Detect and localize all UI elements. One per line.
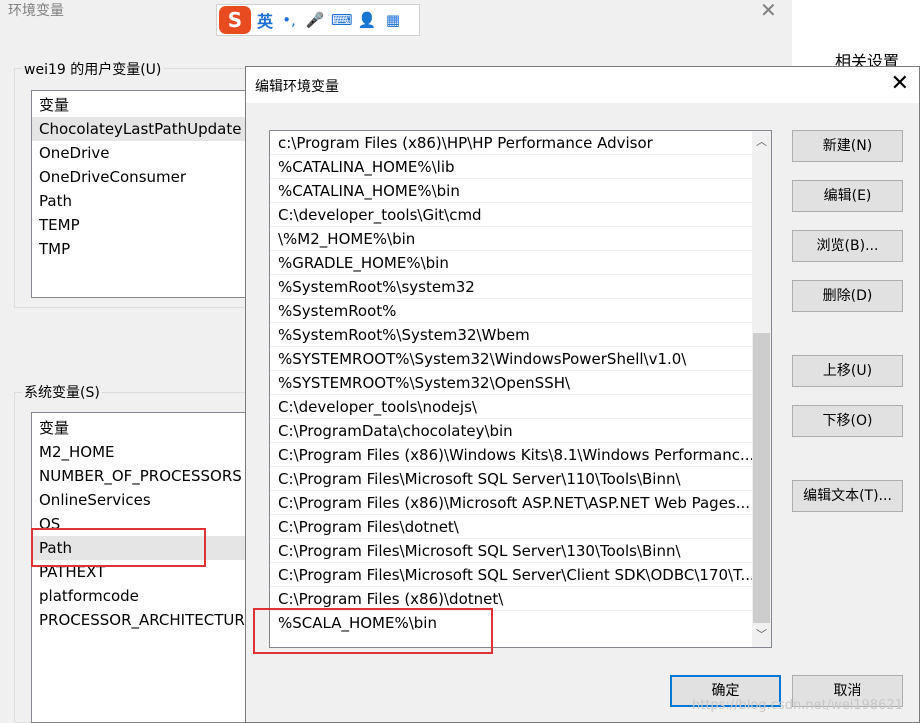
user-vars-list[interactable]: 变量 ChocolateyLastPathUpdate OneDrive One…: [31, 90, 251, 298]
list-item[interactable]: Path: [32, 189, 250, 213]
list-item[interactable]: ChocolateyLastPathUpdate: [32, 117, 250, 141]
list-item[interactable]: \%M2_HOME%\bin: [270, 227, 752, 251]
system-vars-label: 系统变量(S): [22, 382, 102, 402]
list-item[interactable]: %SYSTEMROOT%\System32\WindowsPowerShell\…: [270, 347, 752, 371]
move-up-button[interactable]: 上移(U): [792, 355, 903, 387]
list-item[interactable]: C:\ProgramData\chocolatey\bin: [270, 419, 752, 443]
ime-language-toggle[interactable]: 英: [257, 8, 273, 32]
browse-button[interactable]: 浏览(B)...: [792, 230, 903, 262]
list-item[interactable]: %GRADLE_HOME%\bin: [270, 251, 752, 275]
scroll-up-icon[interactable]: ︿: [752, 133, 771, 150]
list-item[interactable]: %SystemRoot%\system32: [270, 275, 752, 299]
close-icon[interactable]: ✕: [891, 71, 909, 96]
vertical-scrollbar[interactable]: ︿ ﹀: [752, 131, 771, 647]
list-item[interactable]: C:\Program Files\Microsoft SQL Server\13…: [270, 539, 752, 563]
list-item[interactable]: PATHEXT: [32, 560, 250, 584]
list-item[interactable]: OnlineServices: [32, 488, 250, 512]
scroll-down-icon[interactable]: ﹀: [752, 626, 771, 643]
list-header-variable[interactable]: 变量: [32, 93, 250, 117]
user-vars-label: wei19 的用户变量(U): [22, 59, 164, 79]
ime-toolbar: S 英 •, 🎤 ⌨ 👤 ▦: [216, 4, 420, 36]
user-icon[interactable]: 👤: [357, 11, 377, 29]
path-entries-list[interactable]: c:\Program Files (x86)\HP\HP Performance…: [269, 130, 772, 648]
punctuation-icon[interactable]: •,: [279, 11, 299, 29]
list-item[interactable]: %SCALA_HOME%\bin: [270, 611, 752, 635]
dialog-title: 编辑环境变量: [255, 79, 339, 95]
list-item[interactable]: OneDrive: [32, 141, 250, 165]
list-item[interactable]: C:\Program Files\dotnet\: [270, 515, 752, 539]
edit-environment-variable-dialog: 编辑环境变量 ✕ c:\Program Files (x86)\HP\HP Pe…: [245, 66, 920, 723]
list-item[interactable]: platformcode: [32, 584, 250, 608]
list-item[interactable]: C:\developer_tools\Git\cmd: [270, 203, 752, 227]
list-item[interactable]: TEMP: [32, 213, 250, 237]
ime-logo-icon[interactable]: S: [219, 6, 251, 34]
microphone-icon[interactable]: 🎤: [305, 11, 325, 29]
list-header-variable[interactable]: 变量: [32, 416, 250, 440]
new-button[interactable]: 新建(N): [792, 130, 903, 162]
list-item[interactable]: C:\Program Files (x86)\dotnet\: [270, 587, 752, 611]
close-icon[interactable]: ✕: [760, 0, 777, 22]
edit-text-button[interactable]: 编辑文本(T)...: [792, 480, 903, 512]
list-item[interactable]: Path: [32, 536, 250, 560]
list-item[interactable]: %SystemRoot%\System32\Wbem: [270, 323, 752, 347]
list-item[interactable]: %CATALINA_HOME%\lib: [270, 155, 752, 179]
dialog-titlebar[interactable]: 编辑环境变量 ✕: [246, 67, 919, 103]
scrollbar-thumb[interactable]: [753, 333, 770, 623]
move-down-button[interactable]: 下移(O): [792, 405, 903, 437]
delete-button[interactable]: 删除(D): [792, 280, 903, 312]
list-item[interactable]: c:\Program Files (x86)\HP\HP Performance…: [270, 131, 752, 155]
list-item[interactable]: NUMBER_OF_PROCESSORS: [32, 464, 250, 488]
watermark: https://blog.csdn.net/wei198621: [692, 698, 903, 713]
system-vars-list[interactable]: 变量 M2_HOME NUMBER_OF_PROCESSORS OnlineSe…: [31, 412, 251, 723]
list-item[interactable]: C:\Program Files\Microsoft SQL Server\Cl…: [270, 563, 752, 587]
list-item[interactable]: OneDriveConsumer: [32, 165, 250, 189]
list-item[interactable]: C:\Program Files (x86)\Microsoft ASP.NET…: [270, 491, 752, 515]
list-item[interactable]: OS: [32, 512, 250, 536]
list-item[interactable]: PROCESSOR_ARCHITECTURE: [32, 608, 250, 632]
apps-icon[interactable]: ▦: [383, 11, 403, 29]
list-item[interactable]: C:\Program Files (x86)\Windows Kits\8.1\…: [270, 443, 752, 467]
window-title: 环境变量: [8, 3, 64, 19]
list-item[interactable]: M2_HOME: [32, 440, 250, 464]
edit-button[interactable]: 编辑(E): [792, 180, 903, 212]
list-item[interactable]: C:\Program Files\Microsoft SQL Server\11…: [270, 467, 752, 491]
list-item[interactable]: %CATALINA_HOME%\bin: [270, 179, 752, 203]
list-item[interactable]: %SYSTEMROOT%\System32\OpenSSH\: [270, 371, 752, 395]
keyboard-icon[interactable]: ⌨: [331, 11, 353, 29]
list-item[interactable]: %SystemRoot%: [270, 299, 752, 323]
list-item[interactable]: C:\developer_tools\nodejs\: [270, 395, 752, 419]
list-item[interactable]: TMP: [32, 237, 250, 261]
